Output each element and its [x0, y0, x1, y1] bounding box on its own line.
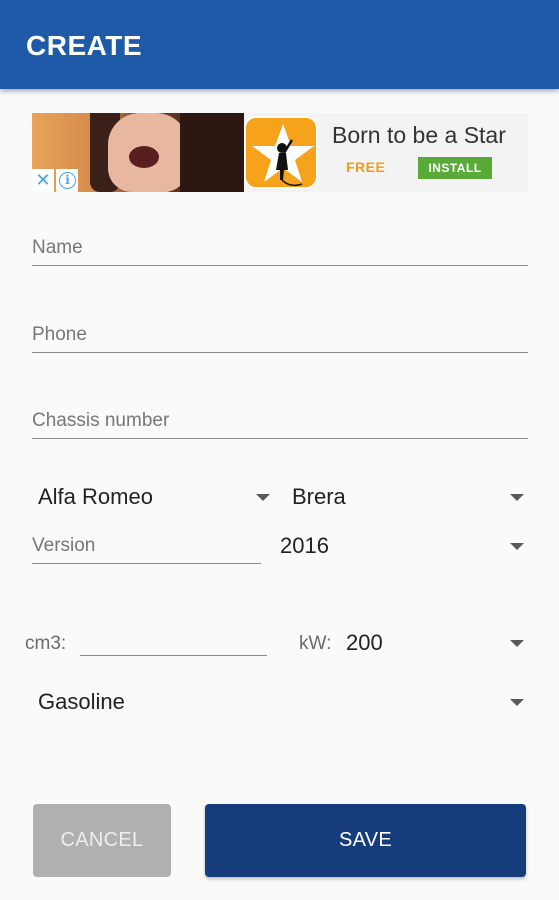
year-dropdown[interactable]: 2016 [280, 529, 524, 563]
model-dropdown[interactable]: Brera [292, 480, 524, 514]
page-title: CREATE [26, 30, 143, 61]
star-singer-icon[interactable] [244, 116, 318, 189]
cm3-label: cm3: [25, 633, 67, 654]
kw-label: kW: [299, 633, 332, 654]
kw-value: 200 [346, 630, 383, 655]
chevron-down-icon [510, 543, 524, 550]
chevron-down-icon [510, 699, 524, 706]
phone-placeholder: Phone [32, 324, 87, 345]
fuel-dropdown[interactable]: Gasoline [38, 685, 524, 719]
version-placeholder: Version [32, 535, 96, 556]
chassis-number-field[interactable]: Chassis number [32, 403, 528, 439]
cancel-button[interactable]: CANCEL [33, 804, 171, 877]
ad-headline[interactable]: Born to be a Star [332, 122, 506, 149]
kw-dropdown[interactable]: 200 [346, 626, 524, 660]
chevron-down-icon [510, 494, 524, 501]
version-field[interactable]: Version [32, 528, 261, 564]
make-value: Alfa Romeo [38, 484, 153, 509]
ad-info-icon[interactable]: i [56, 169, 78, 192]
save-button[interactable]: SAVE [205, 804, 526, 877]
phone-field[interactable]: Phone [32, 317, 528, 353]
chevron-down-icon [256, 494, 270, 501]
year-value: 2016 [280, 533, 329, 558]
chevron-down-icon [510, 640, 524, 647]
name-placeholder: Name [32, 237, 83, 258]
make-dropdown[interactable]: Alfa Romeo [38, 480, 270, 514]
ad-price: FREE [346, 159, 386, 175]
model-value: Brera [292, 484, 346, 509]
name-field[interactable]: Name [32, 230, 528, 266]
app-bar: CREATE [0, 0, 559, 89]
chassis-placeholder: Chassis number [32, 410, 170, 431]
cm3-field[interactable] [80, 620, 267, 656]
ad-banner[interactable]: ✕ i Born to be a Star FREE INSTALL [32, 113, 528, 192]
fuel-value: Gasoline [38, 689, 125, 714]
ad-install-button[interactable]: INSTALL [418, 157, 492, 179]
ad-close-icon[interactable]: ✕ [32, 169, 54, 192]
